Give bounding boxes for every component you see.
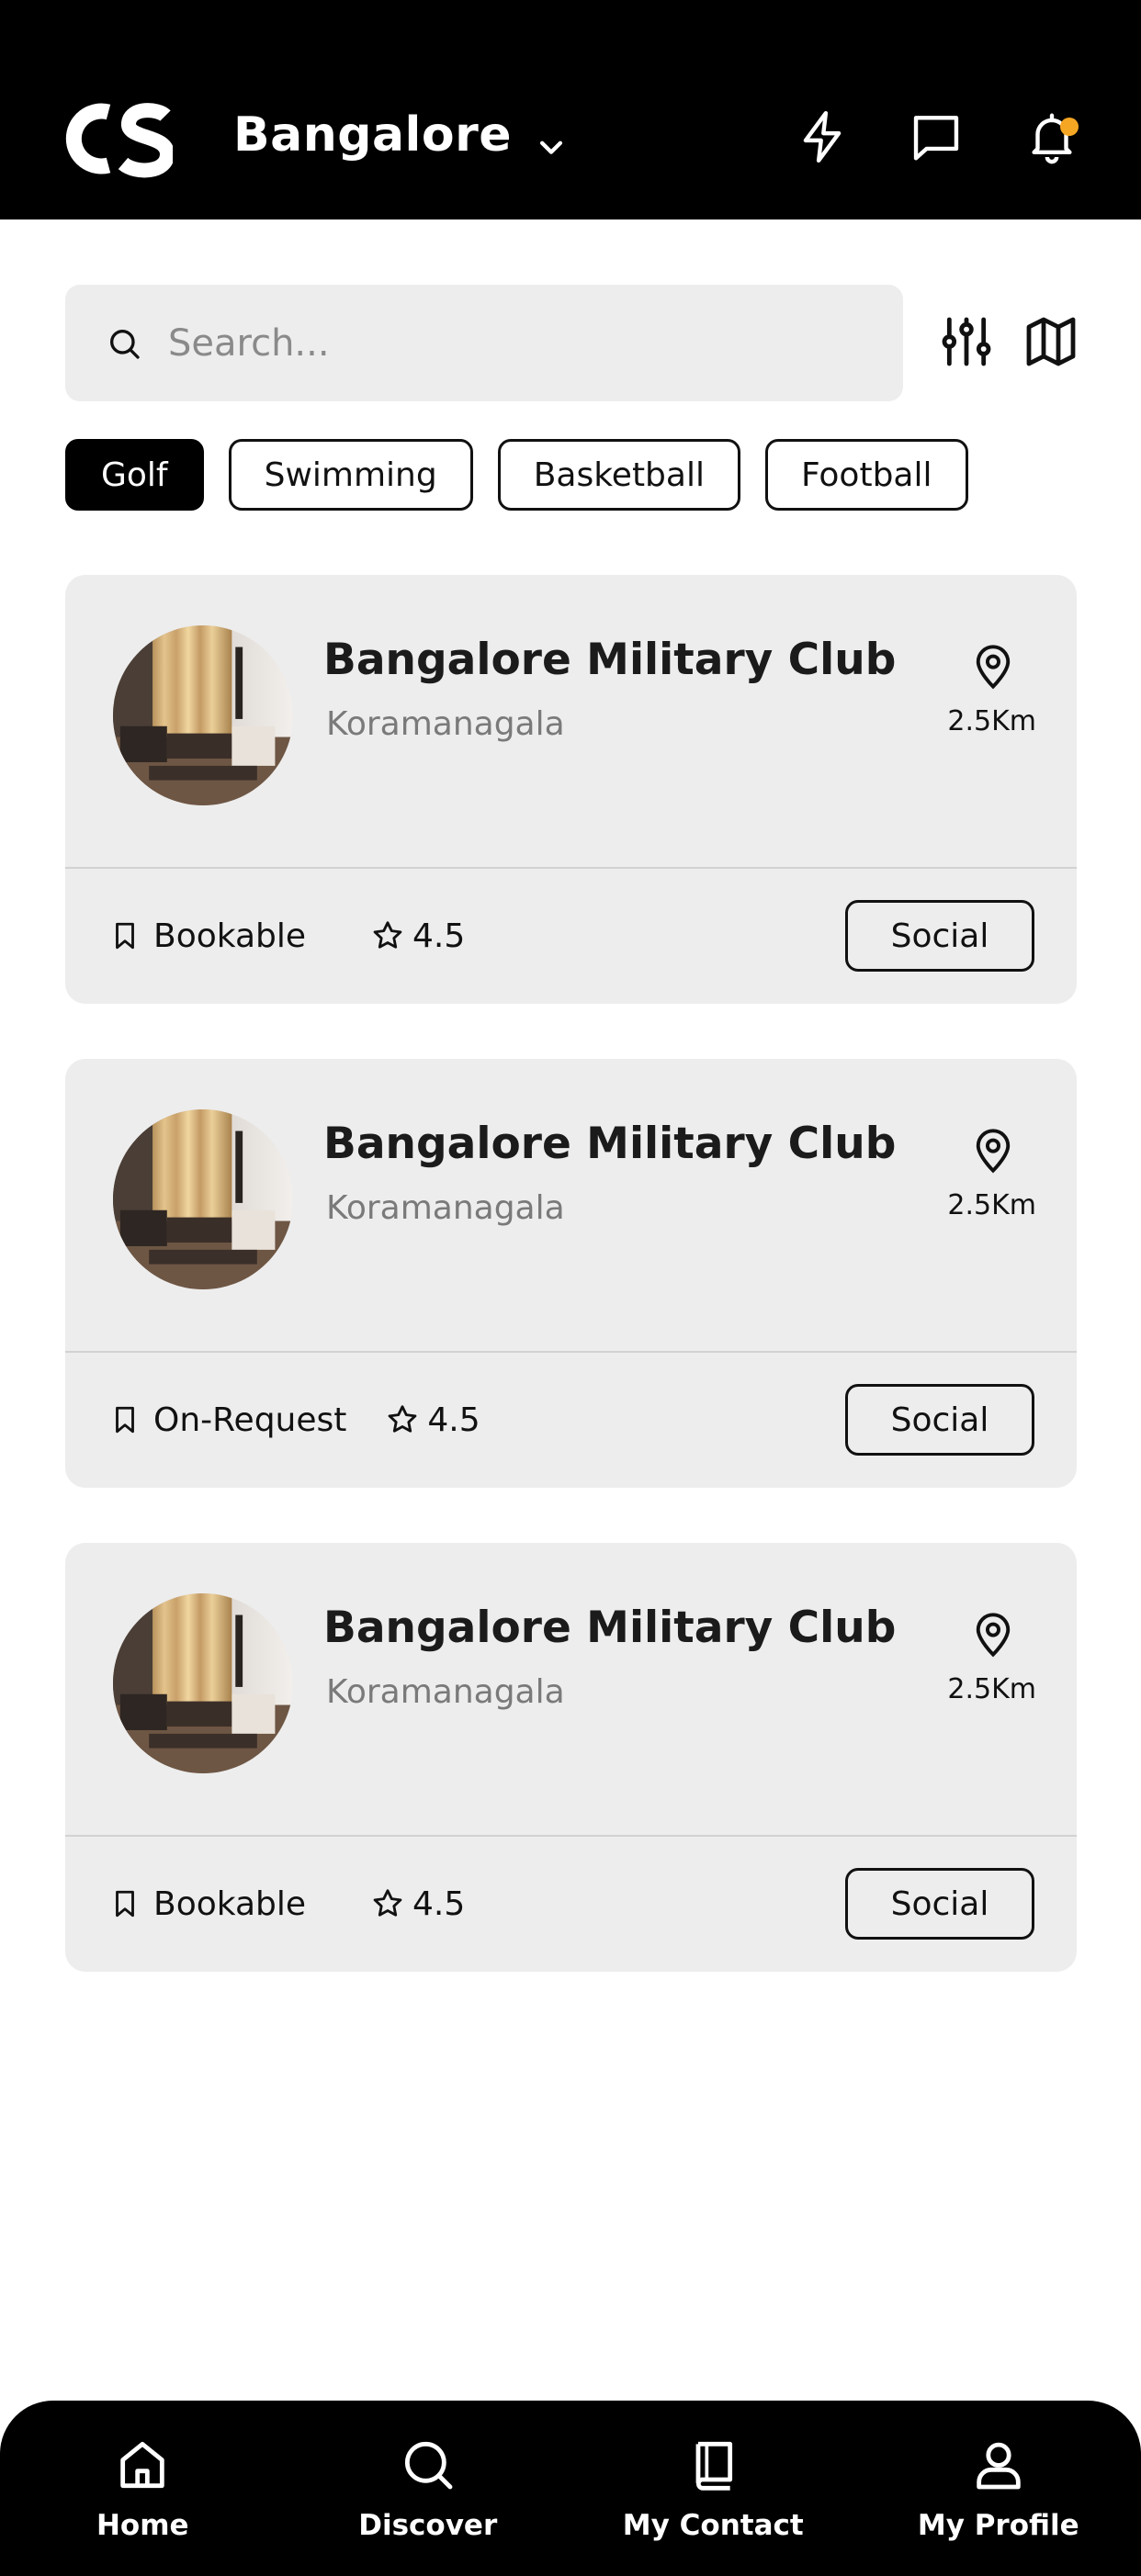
nav-discover[interactable]: Discover [286,2401,571,2576]
club-image [113,1593,293,1773]
location-pin-icon [969,1611,1017,1659]
club-image [113,625,293,805]
card-divider [65,1835,1077,1837]
nav-my-contact[interactable]: My Contact [570,2401,856,2576]
club-card[interactable]: Bangalore Military Club Koramanagala 2.5… [65,1059,1077,1488]
bottom-nav: Home Discover My Contact My Profile [0,2401,1141,2576]
sport-filter-chips: Golf Swimming Basketball Football [65,439,968,511]
home-icon [113,2435,172,2494]
nav-my-profile[interactable]: My Profile [856,2401,1141,2576]
club-area: Koramanagala [326,705,565,743]
chip-golf[interactable]: Golf [65,439,204,511]
club-card[interactable]: Bangalore Military Club Koramanagala 2.5… [65,1543,1077,1972]
star-icon [370,1886,405,1921]
category-tag[interactable]: Social [845,1868,1034,1940]
search-icon [399,2435,458,2494]
club-meta: Bookable 4.5 [109,1879,465,1929]
club-distance: 2.5Km [947,1189,1036,1221]
nav-home[interactable]: Home [0,2401,286,2576]
book-icon [683,2435,742,2494]
bookmark-icon [109,1404,141,1435]
city-label: Bangalore [233,107,513,163]
flash-icon[interactable] [794,108,851,165]
booking-status: Bookable [153,1884,307,1923]
user-icon [969,2435,1028,2494]
bookmark-icon [109,1888,141,1919]
search-icon [106,325,142,362]
club-rating: 4.5 [412,1884,466,1923]
club-rating: 4.5 [412,917,466,955]
notification-dot [1060,118,1079,136]
app-header: Bangalore [0,0,1141,219]
location-pin-icon [969,1127,1017,1175]
club-card[interactable]: Bangalore Military Club Koramanagala 2.5… [65,575,1077,1004]
booking-status: Bookable [153,917,307,955]
club-name: Bangalore Military Club [323,1603,897,1653]
star-icon [370,918,405,953]
club-meta: On-Request 4.5 [109,1395,480,1445]
chip-swimming[interactable]: Swimming [228,439,473,511]
club-area: Koramanagala [326,1189,565,1227]
chevron-down-icon [536,119,567,154]
card-divider [65,867,1077,869]
location-pin-icon [969,643,1017,691]
club-meta: Bookable 4.5 [109,911,465,961]
star-icon [385,1402,420,1437]
club-area: Koramanagala [326,1673,565,1711]
cs-logo[interactable] [62,99,175,178]
nav-discover-label: Discover [358,2509,498,2542]
chat-icon[interactable] [908,108,965,165]
club-image [113,1109,293,1289]
booking-status: On-Request [153,1400,347,1439]
city-selector[interactable]: Bangalore [233,103,567,167]
category-tag[interactable]: Social [845,1384,1034,1456]
nav-my-contact-label: My Contact [622,2509,804,2542]
club-name: Bangalore Military Club [323,635,897,685]
search-input[interactable] [168,321,866,365]
bell-icon[interactable] [1023,108,1080,165]
nav-my-profile-label: My Profile [917,2509,1079,2542]
map-icon[interactable] [1022,312,1080,371]
club-rating: 4.5 [427,1400,480,1439]
search-bar[interactable] [65,285,903,401]
bookmark-icon [109,920,141,951]
filter-sliders-icon[interactable] [937,312,996,371]
nav-home-label: Home [96,2509,189,2542]
club-name: Bangalore Military Club [323,1119,897,1169]
card-divider [65,1351,1077,1353]
category-tag[interactable]: Social [845,900,1034,972]
club-distance: 2.5Km [947,1673,1036,1705]
club-distance: 2.5Km [947,705,1036,737]
chip-football[interactable]: Football [764,439,968,511]
chip-basketball[interactable]: Basketball [497,439,740,511]
